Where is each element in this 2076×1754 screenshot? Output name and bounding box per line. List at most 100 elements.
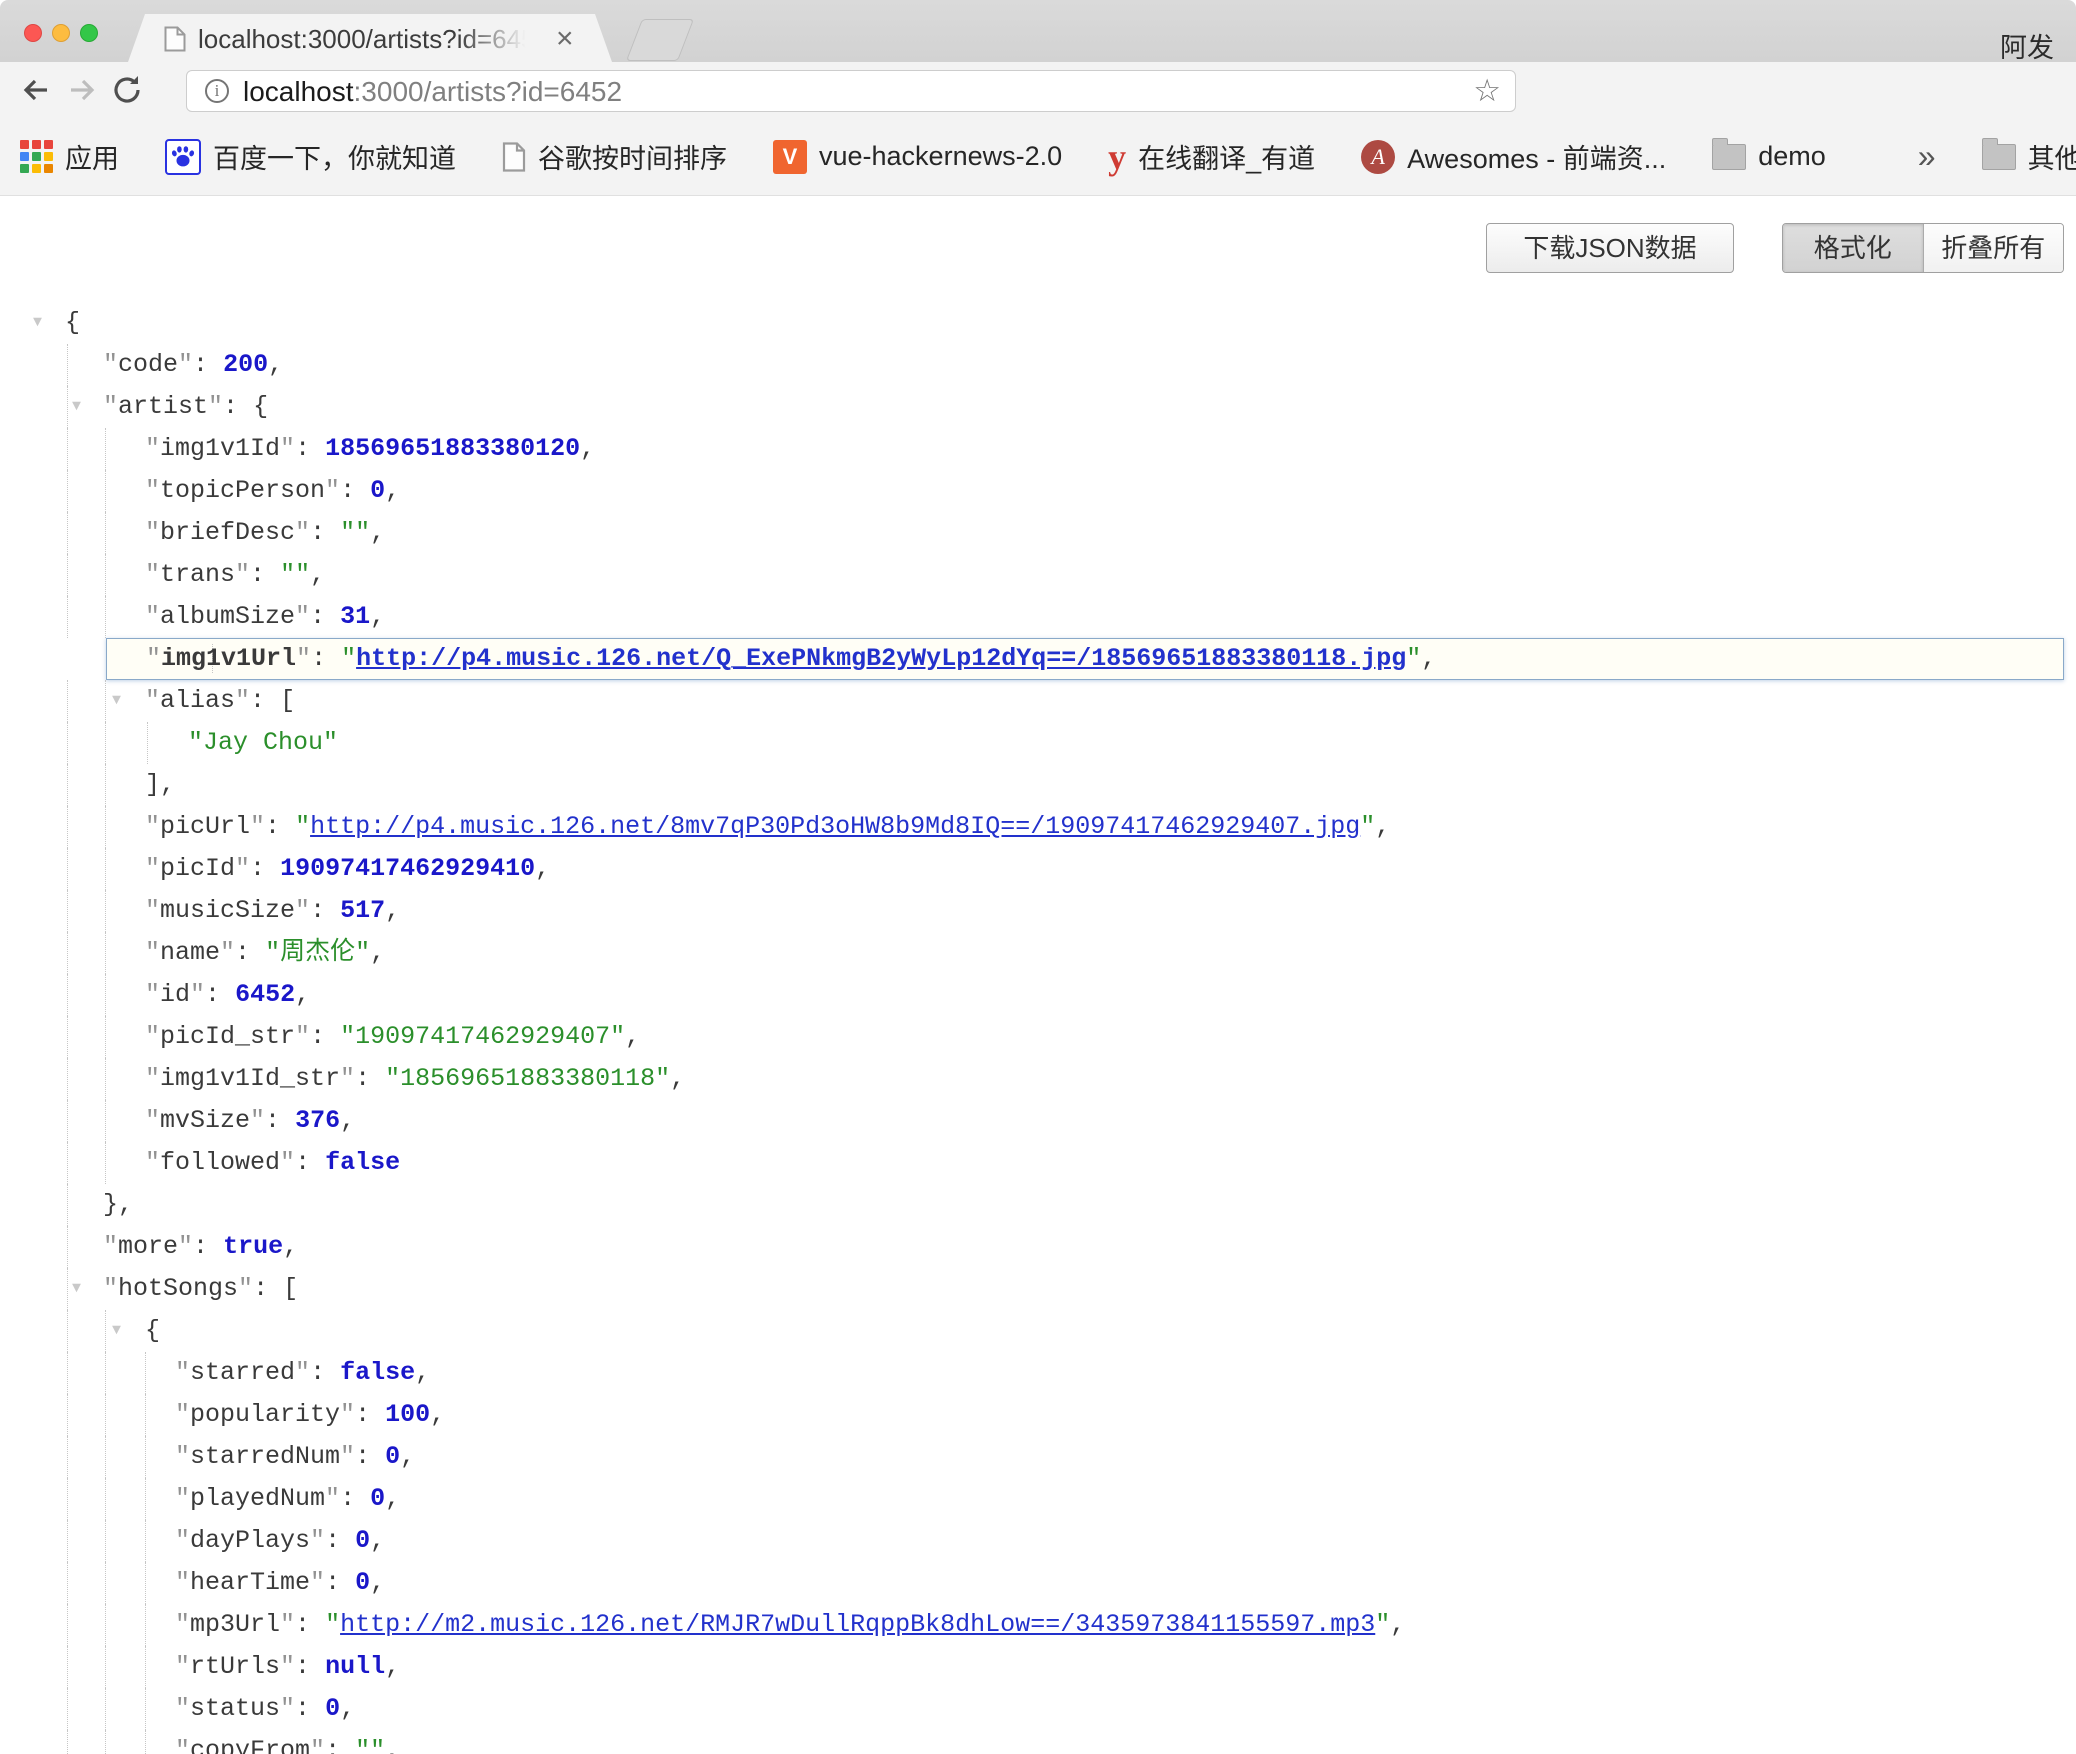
- json-token: ": [175, 1694, 190, 1723]
- bookmark-label: vue-hackernews-2.0: [819, 141, 1062, 172]
- json-value: null: [325, 1652, 385, 1681]
- indent-guide-line: [67, 1016, 68, 1058]
- youdao-icon: y: [1108, 142, 1126, 172]
- json-line: "Jay Chou": [0, 722, 2076, 764]
- tab-close-icon[interactable]: ×: [556, 22, 574, 56]
- new-tab-button[interactable]: [626, 19, 694, 61]
- json-token: ": [295, 896, 310, 925]
- json-token: ": [238, 1274, 253, 1303]
- json-punct: ,: [385, 1736, 400, 1754]
- json-key: hotSongs: [118, 1274, 238, 1303]
- indent-guide-line: [105, 1436, 106, 1478]
- indent-guide-line: [105, 848, 106, 890]
- indent-guide-line: [67, 1352, 68, 1394]
- indent-guide-line: [67, 596, 68, 638]
- indent-guide-line: [105, 1100, 106, 1142]
- json-value: 517: [340, 896, 385, 925]
- indent-guide-line: [67, 428, 68, 470]
- json-line: "popularity": 100,: [0, 1394, 2076, 1436]
- json-token: ": [1375, 1610, 1390, 1639]
- bookmark-baidu[interactable]: 百度一下，你就知道: [165, 137, 456, 176]
- json-url-link[interactable]: http://p4.music.126.net/Q_ExePNkmgB2yWyL…: [356, 644, 1406, 673]
- bookmarks-overflow-icon[interactable]: »: [1918, 138, 1936, 175]
- collapse-toggle-icon[interactable]: ▼: [33, 302, 42, 344]
- traffic-light-zoom-icon[interactable]: [80, 24, 98, 42]
- json-token: ": [280, 434, 295, 463]
- traffic-light-minimize-icon[interactable]: [52, 24, 70, 42]
- json-token: ": [250, 812, 265, 841]
- json-punct: ],: [145, 770, 175, 799]
- json-value: 31: [340, 602, 370, 631]
- indent-guide-line: [105, 1058, 106, 1100]
- bookmark-star-icon[interactable]: ☆: [1473, 73, 1501, 109]
- json-string: "19097417462929407": [340, 1022, 625, 1051]
- baidu-paw-icon: [165, 139, 201, 175]
- json-string: "Jay Chou": [188, 728, 338, 757]
- vue-icon: V: [773, 140, 807, 174]
- indent-guide-line: [105, 974, 106, 1016]
- indent-guide-line: [105, 722, 106, 764]
- indent-guide-line: [145, 1394, 146, 1436]
- reload-icon[interactable]: [110, 72, 146, 108]
- json-key: mvSize: [160, 1106, 250, 1135]
- json-token: :: [355, 1064, 385, 1093]
- url-path: :3000/artists?id=6452: [354, 76, 623, 107]
- bookmark-awesomes[interactable]: A Awesomes - 前端资...: [1361, 137, 1666, 176]
- json-punct: ,: [385, 1484, 400, 1513]
- indent-guide-line: [67, 1520, 68, 1562]
- indent-guide-line: [105, 1562, 106, 1604]
- json-key: name: [160, 938, 220, 967]
- collapse-toggle-icon[interactable]: ▼: [112, 1310, 121, 1352]
- json-key: followed: [160, 1148, 280, 1177]
- json-url-link[interactable]: http://m2.music.126.net/RMJR7wDullRqppBk…: [340, 1610, 1375, 1639]
- bookmark-vue-hackernews[interactable]: V vue-hackernews-2.0: [773, 140, 1062, 174]
- json-key: hearTime: [190, 1568, 310, 1597]
- json-punct: {: [253, 392, 268, 421]
- indent-guide-line: [67, 1646, 68, 1688]
- bookmark-demo-folder[interactable]: demo: [1712, 141, 1826, 172]
- bookmark-google-sort[interactable]: 谷歌按时间排序: [502, 137, 727, 176]
- bookmark-youdao[interactable]: y 在线翻译_有道: [1108, 137, 1315, 176]
- info-icon[interactable]: i: [205, 79, 229, 103]
- traffic-light-close-icon[interactable]: [24, 24, 42, 42]
- collapse-all-button[interactable]: 折叠所有: [1923, 224, 2064, 272]
- json-punct: ,: [295, 980, 310, 1009]
- bookmark-apps[interactable]: 应用: [20, 137, 119, 176]
- bookmark-label: 其他书签: [2028, 137, 2076, 176]
- url-text[interactable]: localhost:3000/artists?id=6452: [243, 76, 622, 108]
- format-button[interactable]: 格式化: [1783, 224, 1923, 272]
- json-token: :: [295, 1652, 325, 1681]
- json-token: ": [175, 1358, 190, 1387]
- json-url-link[interactable]: http://p4.music.126.net/8mv7qP30Pd3oHW8b…: [310, 812, 1360, 841]
- json-punct: ,: [283, 1232, 298, 1261]
- address-bar[interactable]: i localhost:3000/artists?id=6452 ☆: [186, 70, 1516, 112]
- download-json-button[interactable]: 下载JSON数据: [1486, 223, 1734, 273]
- collapse-toggle-icon[interactable]: ▼: [72, 1268, 81, 1310]
- indent-guide-line: [67, 1184, 68, 1226]
- json-punct: ,: [1390, 1610, 1405, 1639]
- json-value: 0: [325, 1694, 340, 1723]
- other-bookmarks[interactable]: 其他书签: [1982, 137, 2076, 176]
- browser-tab[interactable]: localhost:3000/artists?id=645 ×: [128, 14, 612, 62]
- json-punct: ,: [535, 854, 550, 883]
- collapse-toggle-icon[interactable]: ▼: [112, 680, 121, 722]
- collapse-toggle-icon[interactable]: ▼: [72, 386, 81, 428]
- json-token: ": [145, 1148, 160, 1177]
- indent-guide-line: [105, 428, 106, 470]
- json-token: :: [310, 1022, 340, 1051]
- json-key: status: [190, 1694, 280, 1723]
- json-punct: ,: [370, 938, 385, 967]
- indent-guide-line: [67, 1436, 68, 1478]
- profile-name[interactable]: 阿发: [2000, 26, 2054, 65]
- indent-guide-line: [67, 932, 68, 974]
- json-token: ": [190, 980, 205, 1009]
- indent-guide-line: [67, 974, 68, 1016]
- json-token: ": [145, 1106, 160, 1135]
- json-token: :: [265, 812, 295, 841]
- back-icon[interactable]: [18, 72, 54, 108]
- json-value: false: [340, 1358, 415, 1387]
- json-value: 0: [355, 1568, 370, 1597]
- indent-guide-line: [67, 1688, 68, 1730]
- indent-guide-line: [67, 1268, 68, 1310]
- json-token: ": [103, 1274, 118, 1303]
